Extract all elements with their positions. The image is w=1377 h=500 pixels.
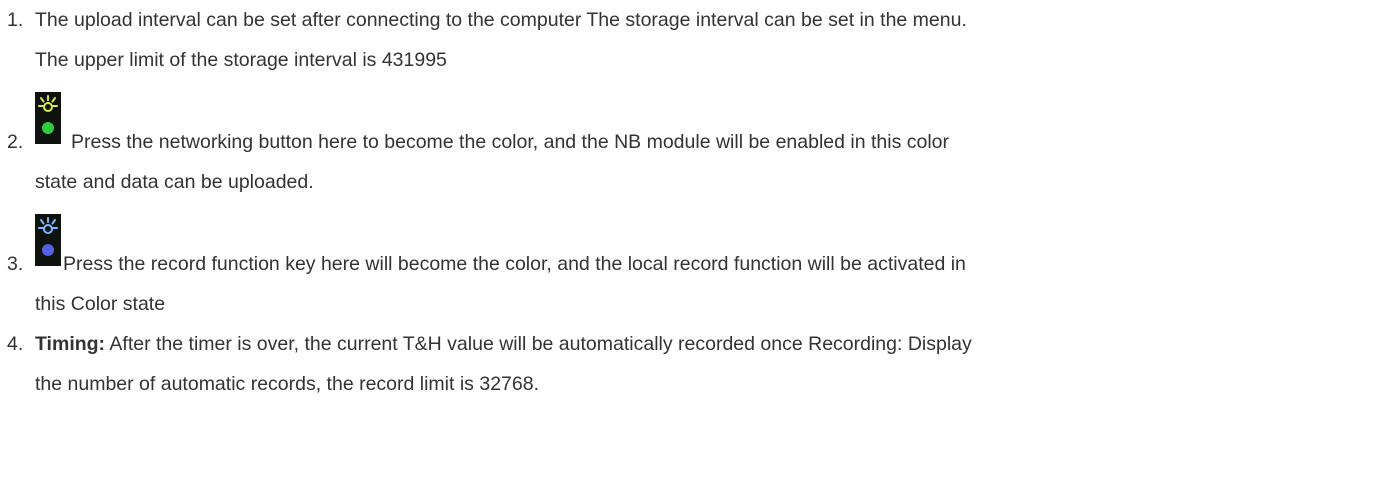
item-text-line: The upper limit of the storage interval … — [35, 49, 447, 71]
blue-led-icon — [35, 214, 61, 266]
item-number: 2. — [7, 131, 24, 153]
timing-label: Timing: — [35, 333, 106, 355]
item-number: 1. — [7, 9, 24, 31]
green-led-icon — [35, 92, 61, 144]
item-text-line: Timing: After the timer is over, the cur… — [35, 332, 972, 356]
item-text-line: Press the record function key here will … — [63, 253, 966, 275]
item-text-line: the number of automatic records, the rec… — [35, 373, 539, 395]
item-number: 4. — [7, 333, 24, 355]
item-text-line: Press the networking button here to beco… — [71, 131, 950, 153]
item-text-line: state and data can be uploaded. — [35, 171, 314, 193]
item-text-line: The upload interval can be set after con… — [35, 9, 967, 31]
document-body: 1. The upload interval can be set after … — [0, 0, 1377, 500]
timing-text: After the timer is over, the current T&H… — [109, 333, 972, 355]
item-text-line: this Color state — [35, 293, 166, 315]
item-number: 3. — [7, 253, 24, 275]
